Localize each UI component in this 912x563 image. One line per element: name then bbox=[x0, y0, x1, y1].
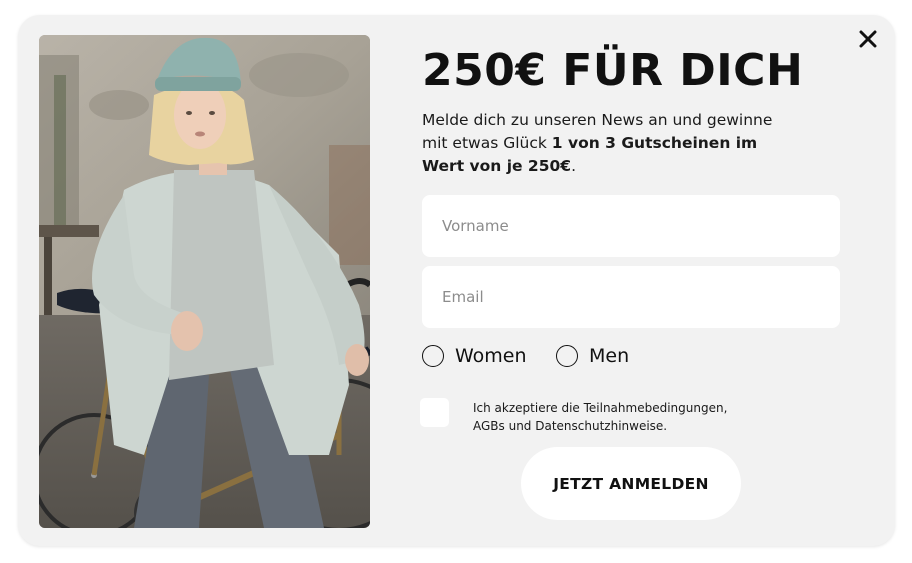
gender-option-women[interactable]: Women bbox=[422, 342, 527, 370]
newsletter-popup: 250€ FÜR DICH Melde dich zu unseren News… bbox=[18, 15, 895, 546]
first-name-field[interactable] bbox=[422, 195, 840, 257]
consent-text: Ich akzeptiere die Teilnahmebedingungen,… bbox=[473, 399, 763, 435]
email-input[interactable] bbox=[440, 287, 822, 307]
radio-label-men: Men bbox=[589, 345, 630, 367]
first-name-input[interactable] bbox=[440, 216, 822, 236]
description-end: . bbox=[571, 157, 576, 175]
consent-line-2: AGBs und Datenschutzhinweise. bbox=[473, 419, 668, 433]
radio-button-men[interactable] bbox=[556, 345, 578, 367]
promo-image bbox=[39, 35, 370, 528]
radio-label-women: Women bbox=[455, 345, 527, 367]
submit-button[interactable]: JETZT ANMELDEN bbox=[521, 447, 741, 520]
popup-description: Melde dich zu unseren News an und gewinn… bbox=[422, 109, 792, 178]
consent-line-1: Ich akzeptiere die Teilnahmebedingungen, bbox=[473, 401, 728, 415]
consent-checkbox[interactable] bbox=[420, 398, 449, 427]
popup-title: 250€ FÜR DICH bbox=[422, 45, 804, 96]
close-button[interactable] bbox=[854, 25, 882, 53]
gender-option-men[interactable]: Men bbox=[556, 342, 629, 370]
radio-button-women[interactable] bbox=[422, 345, 444, 367]
close-icon bbox=[859, 30, 877, 48]
email-field[interactable] bbox=[422, 266, 840, 328]
